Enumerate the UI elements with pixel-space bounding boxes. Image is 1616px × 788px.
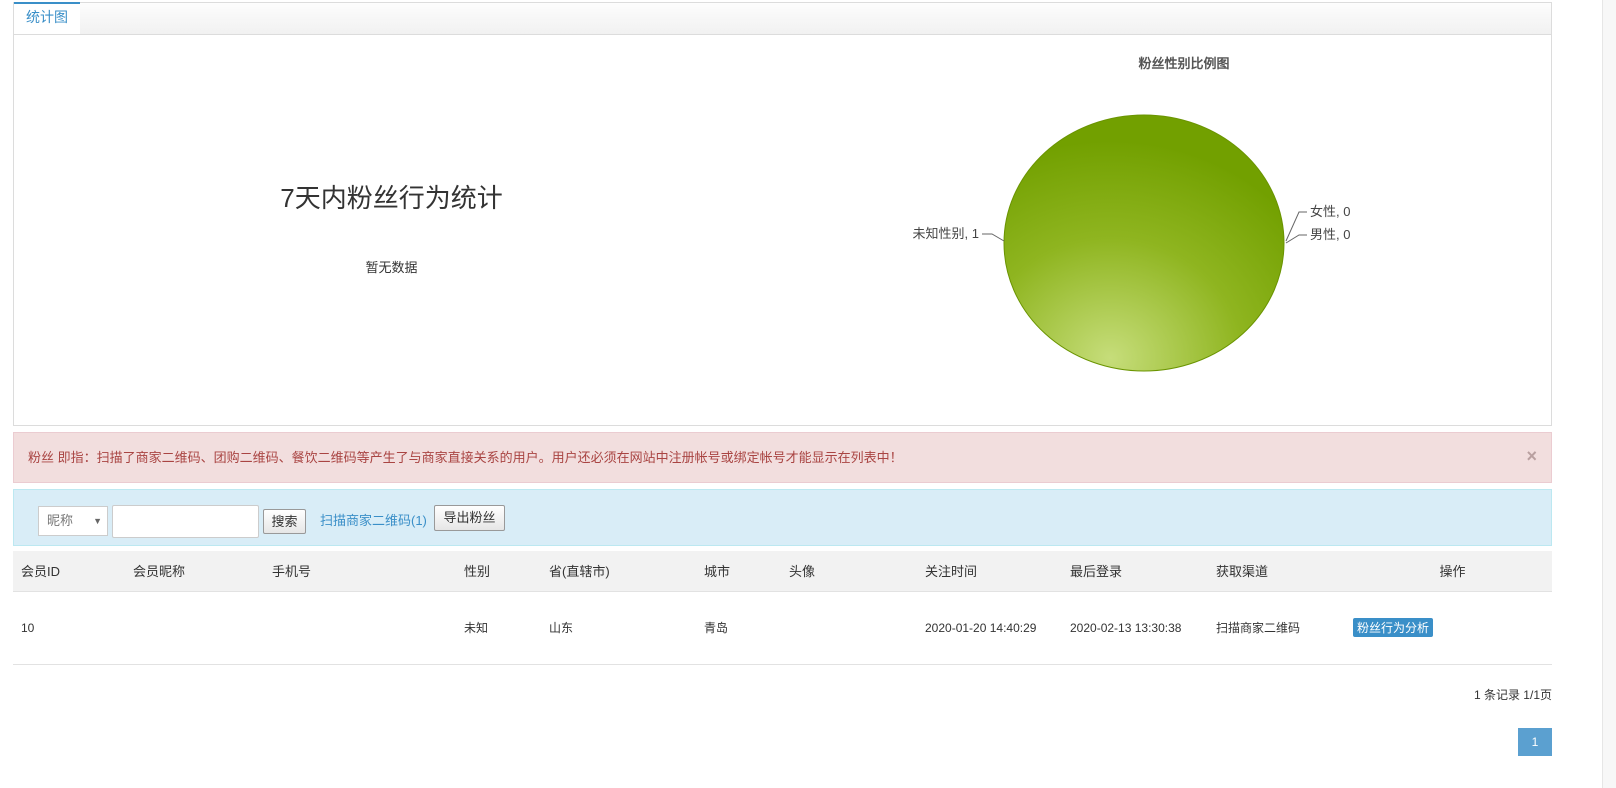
col-nickname: 会员昵称 <box>125 551 264 592</box>
chevron-down-icon: ▼ <box>93 516 102 526</box>
col-action: 操作 <box>1353 551 1552 592</box>
pager-info: 1 条记录 1/1页 <box>1473 688 1552 702</box>
page-button-current[interactable]: 1 <box>1518 728 1552 756</box>
fan-behavior-analysis-button[interactable]: 粉丝行为分析 <box>1353 618 1434 637</box>
cell-follow-time: 2020-01-20 14:40:29 <box>917 591 1062 665</box>
col-avatar: 头像 <box>781 551 917 592</box>
fans-info-alert: 粉丝 即指：扫描了商家二维码、团购二维码、餐饮二维码等产生了与商家直接关系的用户… <box>13 432 1552 483</box>
search-field-selected: 昵称 <box>47 513 74 528</box>
table-header-row: 会员ID 会员昵称 手机号 性别 省(直辖市) 城市 头像 关注时间 最后登录 … <box>13 551 1552 592</box>
pie-slice-0[interactable] <box>1003 114 1285 372</box>
col-member-id: 会员ID <box>13 551 125 592</box>
pie-data-label-1: 女性, 0 <box>1310 204 1350 219</box>
page-scrollbar[interactable] <box>1602 0 1616 788</box>
pie-connector-2 <box>1285 234 1307 244</box>
pie-data-label-0: 未知性别, 1 <box>913 226 979 241</box>
cell-channel: 扫描商家二维码 <box>1208 591 1353 665</box>
cell-nickname <box>125 591 264 665</box>
alert-text: 粉丝 即指：扫描了商家二维码、团购二维码、餐饮二维码等产生了与商家直接关系的用户… <box>28 450 903 465</box>
col-phone: 手机号 <box>264 551 456 592</box>
col-last-login: 最后登录 <box>1062 551 1208 592</box>
search-button[interactable]: 搜索 <box>263 509 306 534</box>
cell-member-id: 10 <box>13 591 125 665</box>
cell-province: 山东 <box>541 591 696 665</box>
fans-table: 会员ID 会员昵称 手机号 性别 省(直辖市) 城市 头像 关注时间 最后登录 … <box>13 551 1552 665</box>
search-field-select[interactable]: 昵称 ▼ <box>38 506 108 536</box>
cell-action: 粉丝行为分析 <box>1353 591 1552 665</box>
col-city: 城市 <box>696 551 781 592</box>
col-province: 省(直辖市) <box>541 551 696 592</box>
close-icon[interactable]: × <box>1526 433 1537 479</box>
cell-gender: 未知 <box>456 591 541 665</box>
stats-panel: 统计图 7天内粉丝行为统计 暂无数据 粉丝性别比例图 未知性别, 1 女性, 0男… <box>13 2 1552 426</box>
gender-pie-chart: 未知性别, 1 女性, 0 男性, 0 <box>913 114 1350 372</box>
table-row: 10 未知 山东 青岛 2020-01-20 14:40:29 2020-02-… <box>13 591 1552 665</box>
col-follow-time: 关注时间 <box>917 551 1062 592</box>
pie-connector-0 <box>982 233 1005 242</box>
cell-last-login: 2020-02-13 13:30:38 <box>1062 591 1208 665</box>
cell-phone <box>264 591 456 665</box>
search-bar: 昵称 ▼ 搜索 扫描商家二维码(1) 导出粉丝 <box>13 489 1552 546</box>
cell-city: 青岛 <box>696 591 781 665</box>
qr-scan-filter-link[interactable]: 扫描商家二维码(1) <box>320 510 427 529</box>
pie-data-label-2: 男性, 0 <box>1310 227 1350 242</box>
col-gender: 性别 <box>456 551 541 592</box>
col-channel: 获取渠道 <box>1208 551 1353 592</box>
export-fans-button[interactable]: 导出粉丝 <box>434 505 505 531</box>
keyword-input[interactable] <box>112 505 259 538</box>
cell-avatar <box>781 591 917 665</box>
